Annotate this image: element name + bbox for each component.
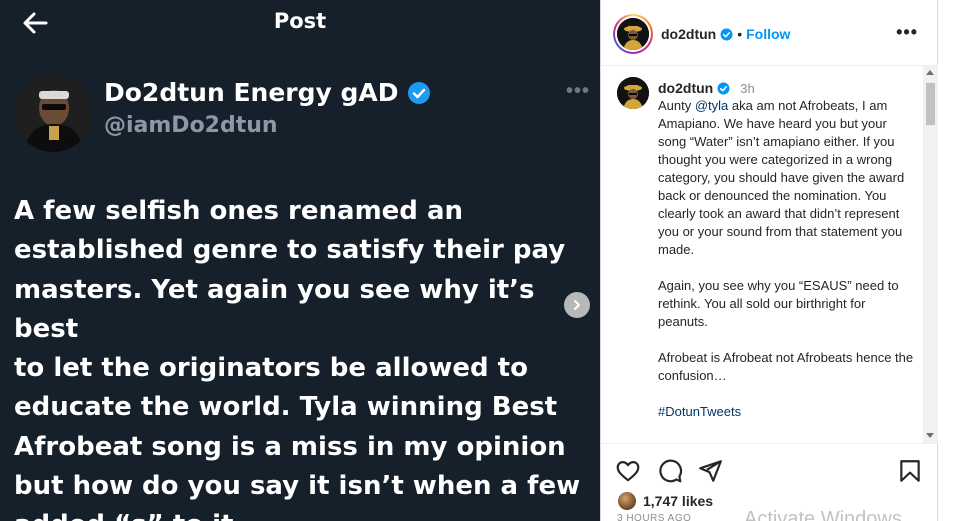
verified-badge-icon bbox=[407, 81, 430, 104]
caption-text: Aunty @tyla aka am not Afrobeats, I am A… bbox=[658, 97, 916, 439]
scroll-down-icon[interactable] bbox=[926, 433, 934, 438]
comments-scrollbar[interactable] bbox=[923, 66, 938, 443]
caption-paragraph-2: Again, you see why you “ESAUS” need to r… bbox=[658, 278, 899, 329]
hashtag-link[interactable]: #DotunTweets bbox=[658, 404, 741, 419]
likes-row: 1,747 likes bbox=[617, 491, 713, 511]
more-horizontal-icon: ••• bbox=[566, 80, 591, 102]
post-header: do2dtun • Follow ••• bbox=[601, 0, 938, 66]
caption-paragraph-3: Afrobeat is Afrobeat not Afrobeats hence… bbox=[658, 350, 914, 383]
mention-link[interactable]: @tyla bbox=[695, 98, 728, 113]
caption-prefix: Aunty bbox=[658, 98, 695, 113]
chevron-right-icon bbox=[574, 300, 580, 310]
send-icon[interactable] bbox=[697, 458, 723, 484]
likes-count[interactable]: 1,747 likes bbox=[643, 493, 713, 509]
story-ring[interactable] bbox=[613, 14, 653, 54]
caption-body: aka am not Afrobeats, I am Amapiano. We … bbox=[658, 98, 905, 257]
comments-area[interactable]: do2dtun 3h Aunty @tyla aka am not Afrobe… bbox=[601, 66, 938, 444]
post-time-ago[interactable]: 3 HOURS AGO bbox=[617, 513, 691, 521]
tweet-avatar bbox=[14, 74, 92, 152]
more-horizontal-icon[interactable]: ••• bbox=[896, 22, 918, 43]
header-avatar[interactable] bbox=[617, 18, 649, 50]
verified-badge-icon bbox=[720, 28, 733, 40]
header-username[interactable]: do2dtun bbox=[661, 26, 716, 42]
caption-username[interactable]: do2dtun bbox=[658, 80, 713, 96]
heart-icon[interactable] bbox=[615, 458, 641, 484]
liker-avatar[interactable] bbox=[617, 491, 637, 511]
tweet-topbar: Post bbox=[0, 0, 600, 48]
activate-windows-watermark: Activate Windows bbox=[744, 508, 902, 521]
tweet-name-row: Do2dtun Energy gAD bbox=[104, 78, 431, 107]
actions-row bbox=[601, 454, 938, 488]
caption-head: do2dtun 3h bbox=[658, 80, 755, 96]
follow-button[interactable]: Follow bbox=[746, 26, 790, 42]
comment-icon[interactable] bbox=[657, 458, 683, 484]
tweet-text: A few selfish ones renamed an establishe… bbox=[14, 196, 581, 521]
header-name-row: do2dtun • Follow bbox=[661, 26, 790, 42]
instagram-side-panel: do2dtun • Follow ••• do2dtun 3h Aunty @t… bbox=[600, 0, 938, 521]
carousel-next-button[interactable] bbox=[564, 292, 590, 318]
caption-paragraph-1: Aunty @tyla aka am not Afrobeats, I am A… bbox=[658, 97, 916, 259]
post-image: Post Do2dtun Energy gAD @iamDo2dtun ••• … bbox=[0, 0, 600, 521]
dot-separator: • bbox=[737, 26, 743, 42]
tweet-topbar-title: Post bbox=[273, 9, 327, 33]
tweet-handle: @iamDo2dtun bbox=[104, 113, 278, 138]
scroll-thumb[interactable] bbox=[926, 83, 935, 125]
tweet-display-name: Do2dtun Energy gAD bbox=[104, 78, 399, 107]
scroll-up-icon[interactable] bbox=[926, 70, 934, 75]
caption-avatar[interactable] bbox=[617, 77, 649, 109]
bookmark-icon[interactable] bbox=[897, 458, 923, 484]
verified-badge-icon bbox=[717, 82, 730, 94]
caption-time[interactable]: 3h bbox=[740, 81, 754, 96]
